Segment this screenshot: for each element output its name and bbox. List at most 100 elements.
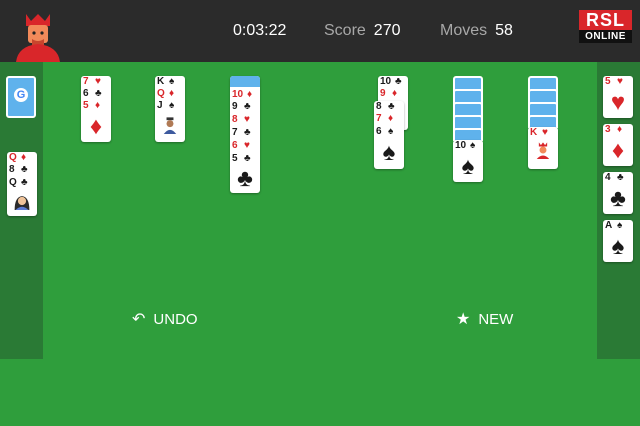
- card-back: [453, 89, 483, 102]
- score-value: 270: [373, 22, 401, 39]
- card-big-suit: ♦: [611, 137, 625, 164]
- tableau-column-5[interactable]: 10 ♠ ♠: [453, 140, 483, 182]
- card-suit: ♦: [95, 100, 101, 111]
- card-suit: ♦: [247, 89, 253, 100]
- card-rank: 3: [605, 124, 611, 135]
- new-label: NEW: [478, 310, 514, 328]
- rsl-online-logo: RSL ONLINE: [579, 10, 632, 43]
- card-suit: ♣: [395, 76, 402, 87]
- score: Score 270: [324, 22, 401, 40]
- card-rank: Q: [9, 152, 17, 163]
- card-rank: A: [605, 220, 613, 231]
- card-suit: ♣: [388, 101, 395, 112]
- moves-label: Moves: [440, 22, 488, 39]
- timer: 0:03:22: [233, 22, 287, 39]
- card-rank: 5: [232, 153, 238, 164]
- card-suit: ♣: [244, 153, 251, 164]
- queen-face-icon: [14, 196, 30, 210]
- card-suit: ♣: [21, 164, 28, 175]
- card-suit: ♥: [244, 114, 250, 125]
- card-suit: ♠: [169, 100, 175, 111]
- card-rank: 5: [605, 76, 611, 87]
- card-rank: 9: [232, 101, 238, 112]
- card-rank: 8: [9, 164, 15, 175]
- tableau-column-6[interactable]: K ♥: [528, 127, 558, 169]
- top-bar: 0:03:22 Score 270 Moves 58 RSL ONLINE: [0, 0, 640, 62]
- logo-line1: RSL: [579, 10, 632, 30]
- jack-face-icon: [163, 117, 177, 134]
- card-suit: ♦: [617, 124, 623, 135]
- card-suit: ♥: [244, 140, 250, 151]
- king-face-icon: [536, 142, 550, 159]
- card-rank: 5: [83, 100, 89, 111]
- moves-value: 58: [495, 22, 513, 39]
- card-suit: ♠: [617, 220, 623, 231]
- card-suit: ♣: [244, 101, 251, 112]
- card-big-suit: ♦: [89, 113, 103, 140]
- card-big-suit: ♣: [237, 165, 253, 192]
- card-back: [528, 102, 558, 115]
- card-suit: ♣: [244, 127, 251, 138]
- undo-label: UNDO: [153, 310, 198, 328]
- tableau-column-4[interactable]: 8 ♣ 7 ♦ 6 ♠ ♠: [374, 101, 404, 169]
- card-suit: ♦: [392, 88, 398, 99]
- new-game-button[interactable]: ★ NEW: [456, 309, 513, 329]
- card-suit: ♠: [470, 140, 476, 151]
- card-rank: 7: [232, 127, 238, 138]
- score-label: Score: [324, 22, 366, 39]
- card-big-suit: ♠: [611, 233, 625, 260]
- card-rank: 6: [232, 140, 238, 151]
- star-icon: ★: [456, 311, 471, 328]
- card-rank: 8: [376, 101, 382, 112]
- card-back: [453, 115, 483, 128]
- card-rank: 9: [380, 88, 386, 99]
- card-rank: 10: [232, 89, 244, 100]
- card-suit: ♦: [388, 113, 394, 124]
- card-back: [528, 89, 558, 102]
- logo-line2: ONLINE: [579, 30, 632, 43]
- king-avatar-icon[interactable]: [14, 12, 62, 62]
- stock-pile[interactable]: G: [6, 76, 36, 118]
- card-back: [230, 76, 260, 87]
- card-rank: 6: [83, 88, 89, 99]
- card-big-suit: ♠: [461, 153, 475, 180]
- tableau-column-3[interactable]: 10 ♦ 9 ♣ 8 ♥ 7 ♣ 6 ♥ 5 ♣ ♣: [230, 76, 260, 193]
- foundation-spades[interactable]: A ♠ ♠: [603, 220, 633, 262]
- card-suit: ♥: [617, 76, 623, 87]
- card-suit: ♦: [21, 152, 27, 163]
- card-suit: ♣: [617, 172, 624, 183]
- tableau-column-1[interactable]: 7 ♥ 6 ♣ 5 ♦ ♦: [81, 76, 111, 142]
- card-big-suit: ♣: [610, 185, 626, 212]
- card-suit: ♠: [388, 126, 394, 137]
- foundation-clubs[interactable]: 4 ♣ ♣: [603, 172, 633, 214]
- card-suit: ♠: [169, 76, 175, 87]
- card-suit: ♣: [95, 88, 102, 99]
- undo-arrow-icon: ↶: [132, 311, 146, 328]
- card-rank: K: [157, 76, 165, 87]
- card-rank: K: [530, 127, 538, 138]
- card-rank: J: [157, 100, 163, 111]
- card-rank: 10: [455, 140, 467, 151]
- google-g-icon: G: [14, 88, 28, 102]
- card-big-suit: ♠: [382, 139, 396, 166]
- card-rank: 7: [83, 76, 89, 87]
- foundation-hearts[interactable]: 5 ♥ ♥: [603, 76, 633, 118]
- card-rank: 10: [380, 76, 392, 87]
- card-back: [453, 102, 483, 115]
- card-rank: Q: [9, 177, 17, 188]
- card-suit: ♥: [95, 76, 101, 87]
- card-rank: 8: [232, 114, 238, 125]
- foundation-diamonds[interactable]: 3 ♦ ♦: [603, 124, 633, 166]
- card-rank: 6: [376, 126, 382, 137]
- card-big-suit: ♥: [610, 89, 626, 116]
- card-rank: 7: [376, 113, 382, 124]
- undo-button[interactable]: ↶ UNDO: [132, 309, 198, 329]
- card-suit: ♣: [21, 177, 28, 188]
- waste-pile[interactable]: Q ♦ 8 ♣ Q ♣: [7, 152, 37, 216]
- card-suit: ♥: [542, 127, 548, 138]
- card-rank: 4: [605, 172, 611, 183]
- tableau-column-2[interactable]: K ♠ Q ♦ J ♠: [155, 76, 185, 142]
- card-suit: ♦: [169, 88, 175, 99]
- moves: Moves 58: [440, 22, 513, 40]
- card-rank: Q: [157, 88, 165, 99]
